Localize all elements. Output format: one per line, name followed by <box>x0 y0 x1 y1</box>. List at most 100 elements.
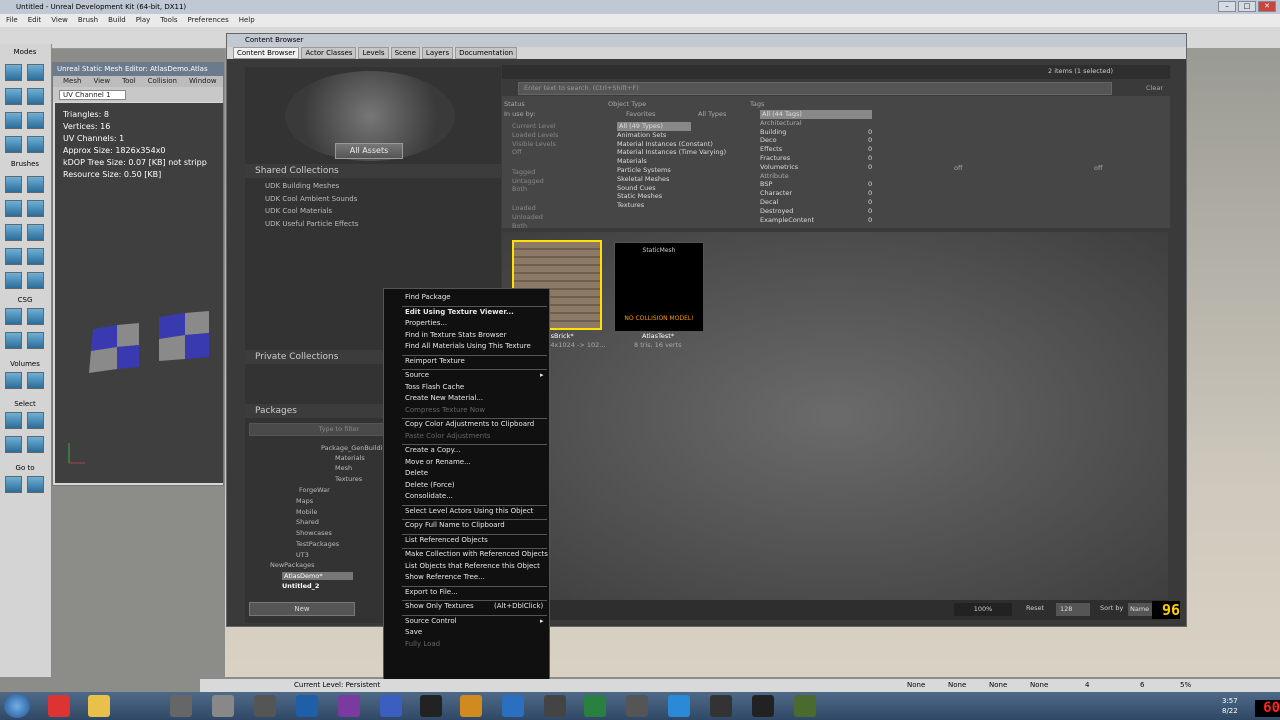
tag-filter-item[interactable]: Deco <box>760 136 777 145</box>
tool-button[interactable] <box>5 372 22 389</box>
taskbar-app-icon[interactable] <box>668 695 690 717</box>
search-input[interactable]: Enter text to search. (Ctrl+Shift+F) <box>518 82 1112 95</box>
mesh-menu-collision[interactable]: Collision <box>148 76 177 87</box>
package-tree-item[interactable]: Package_GenBuilding <box>321 444 391 452</box>
tool-button[interactable] <box>27 176 44 193</box>
tab-scene[interactable]: Scene <box>390 47 420 59</box>
tag-filter-item[interactable]: Fractures <box>760 154 790 163</box>
maximize-button[interactable]: □ <box>1238 1 1256 12</box>
package-tree-item[interactable]: Shared <box>296 518 319 526</box>
menu-edit[interactable]: Edit <box>28 14 42 27</box>
tool-button[interactable] <box>27 248 44 265</box>
mesh-menu-mesh[interactable]: Mesh <box>63 76 81 87</box>
status-filter-item[interactable]: Loaded <box>512 204 536 213</box>
context-menu-item[interactable]: Copy Color Adjustments to Clipboard <box>405 420 534 428</box>
tool-button[interactable] <box>27 436 44 453</box>
tool-button[interactable] <box>5 412 22 429</box>
package-tree-item[interactable]: ForgeWar <box>299 486 330 494</box>
taskbar-app-icon[interactable] <box>380 695 402 717</box>
tool-button[interactable] <box>5 436 22 453</box>
context-menu-item[interactable]: Delete (Force) <box>405 481 455 489</box>
status-filter-item[interactable]: Both <box>512 185 527 194</box>
package-tree-item[interactable]: Mesh <box>335 464 352 472</box>
context-menu-item[interactable]: Select Level Actors Using this Object <box>405 507 533 515</box>
package-tree-item[interactable]: TestPackages <box>296 540 339 548</box>
mesh-preview-viewport[interactable]: Triangles: 8 Vertices: 16 UV Channels: 1 Ap… <box>55 103 223 483</box>
status-filter-item[interactable]: Unloaded <box>512 213 543 222</box>
tool-button[interactable] <box>5 476 22 493</box>
tag-filter-item[interactable]: Effects <box>760 145 782 154</box>
context-menu-item[interactable]: Find Package <box>405 293 451 301</box>
context-menu-item[interactable]: Export to File... <box>405 588 458 596</box>
tab-layers[interactable]: Layers <box>421 47 454 59</box>
minimize-button[interactable]: – <box>1218 1 1236 12</box>
tool-button[interactable] <box>27 476 44 493</box>
taskbar-app-icon[interactable] <box>752 695 774 717</box>
taskbar-app-icon[interactable] <box>710 695 732 717</box>
context-menu-item[interactable]: Save <box>405 628 422 636</box>
tool-button[interactable] <box>27 272 44 289</box>
tag-filter-item[interactable]: Building <box>760 128 786 137</box>
tab-documentation[interactable]: Documentation <box>455 47 518 59</box>
start-button[interactable] <box>4 694 30 718</box>
reset-button[interactable]: Reset <box>1026 604 1044 612</box>
context-menu-item[interactable]: Properties... <box>405 319 447 327</box>
tag-filter-item[interactable]: ExampleContent <box>760 216 814 225</box>
tool-button[interactable] <box>27 136 44 153</box>
tool-button[interactable] <box>5 200 22 217</box>
package-tree-item[interactable]: Materials <box>335 454 365 462</box>
tool-button[interactable] <box>27 224 44 241</box>
taskbar-app-icon[interactable] <box>460 695 482 717</box>
type-filter-item[interactable]: Skeletal Meshes <box>617 175 669 184</box>
menu-play[interactable]: Play <box>136 14 151 27</box>
tag-filter-item[interactable]: BSP <box>760 180 772 189</box>
tool-button[interactable] <box>27 200 44 217</box>
favorites-tab[interactable]: Favorites <box>626 110 655 119</box>
status-filter-item[interactable]: Current Level <box>512 122 556 131</box>
tool-button[interactable] <box>5 64 22 81</box>
clear-button[interactable]: Clear <box>1146 82 1168 95</box>
context-menu-item[interactable]: List Objects that Reference this Object <box>405 562 540 570</box>
type-filter-item[interactable]: Animation Sets <box>617 131 666 140</box>
taskbar-app-icon[interactable] <box>88 695 110 717</box>
context-menu-item[interactable]: Move or Rename... <box>405 458 471 466</box>
menu-view[interactable]: View <box>51 14 68 27</box>
collection-item[interactable]: UDK Cool Materials <box>265 207 332 215</box>
taskbar-app-icon[interactable] <box>626 695 648 717</box>
package-tree-item[interactable]: Maps <box>296 497 313 505</box>
tool-button[interactable] <box>5 332 22 349</box>
tag-filter-item[interactable]: Attribute <box>760 172 789 181</box>
new-package-button[interactable]: New <box>249 602 355 616</box>
context-menu-item[interactable]: Create New Material... <box>405 394 483 402</box>
tool-button[interactable] <box>5 272 22 289</box>
taskbar-app-icon[interactable] <box>420 695 442 717</box>
mesh-menu-view[interactable]: View <box>93 76 110 87</box>
asset-thumb-atlastest[interactable]: StaticMesh NO COLLISION MODEL! <box>614 242 704 332</box>
menu-build[interactable]: Build <box>108 14 126 27</box>
type-filter-item[interactable]: Material Instances (Time Varying) <box>617 148 726 157</box>
tag-filter-item[interactable]: Volumetrics <box>760 163 798 172</box>
tool-button[interactable] <box>27 308 44 325</box>
tool-button[interactable] <box>5 136 22 153</box>
tool-button[interactable] <box>5 176 22 193</box>
tool-button[interactable] <box>27 88 44 105</box>
tool-button[interactable] <box>5 248 22 265</box>
shared-collections-header[interactable]: Shared Collections <box>245 164 501 178</box>
taskbar-app-icon[interactable] <box>584 695 606 717</box>
menu-preferences[interactable]: Preferences <box>188 14 229 27</box>
context-menu-item[interactable]: Delete <box>405 469 428 477</box>
context-menu-item[interactable]: Make Collection with Referenced Objects <box>405 550 548 558</box>
type-filter-item[interactable]: Materials <box>617 157 647 166</box>
tab-actor-classes[interactable]: Actor Classes <box>301 47 357 59</box>
type-filter-item[interactable]: Textures <box>617 201 644 210</box>
tab-content-browser[interactable]: Content Browser <box>233 47 300 59</box>
menu-file[interactable]: File <box>6 14 18 27</box>
context-menu-item[interactable]: Show Only Textures <box>405 602 474 610</box>
context-menu-item[interactable]: Find All Materials Using This Texture <box>405 342 531 350</box>
taskbar-app-icon[interactable] <box>544 695 566 717</box>
taskbar-app-icon[interactable] <box>170 695 192 717</box>
tool-button[interactable] <box>27 64 44 81</box>
package-tree-item[interactable]: Untitled_2 <box>282 582 319 590</box>
thumb-size-select[interactable]: 128 <box>1056 603 1090 616</box>
type-filter-item[interactable]: Sound Cues <box>617 184 656 193</box>
